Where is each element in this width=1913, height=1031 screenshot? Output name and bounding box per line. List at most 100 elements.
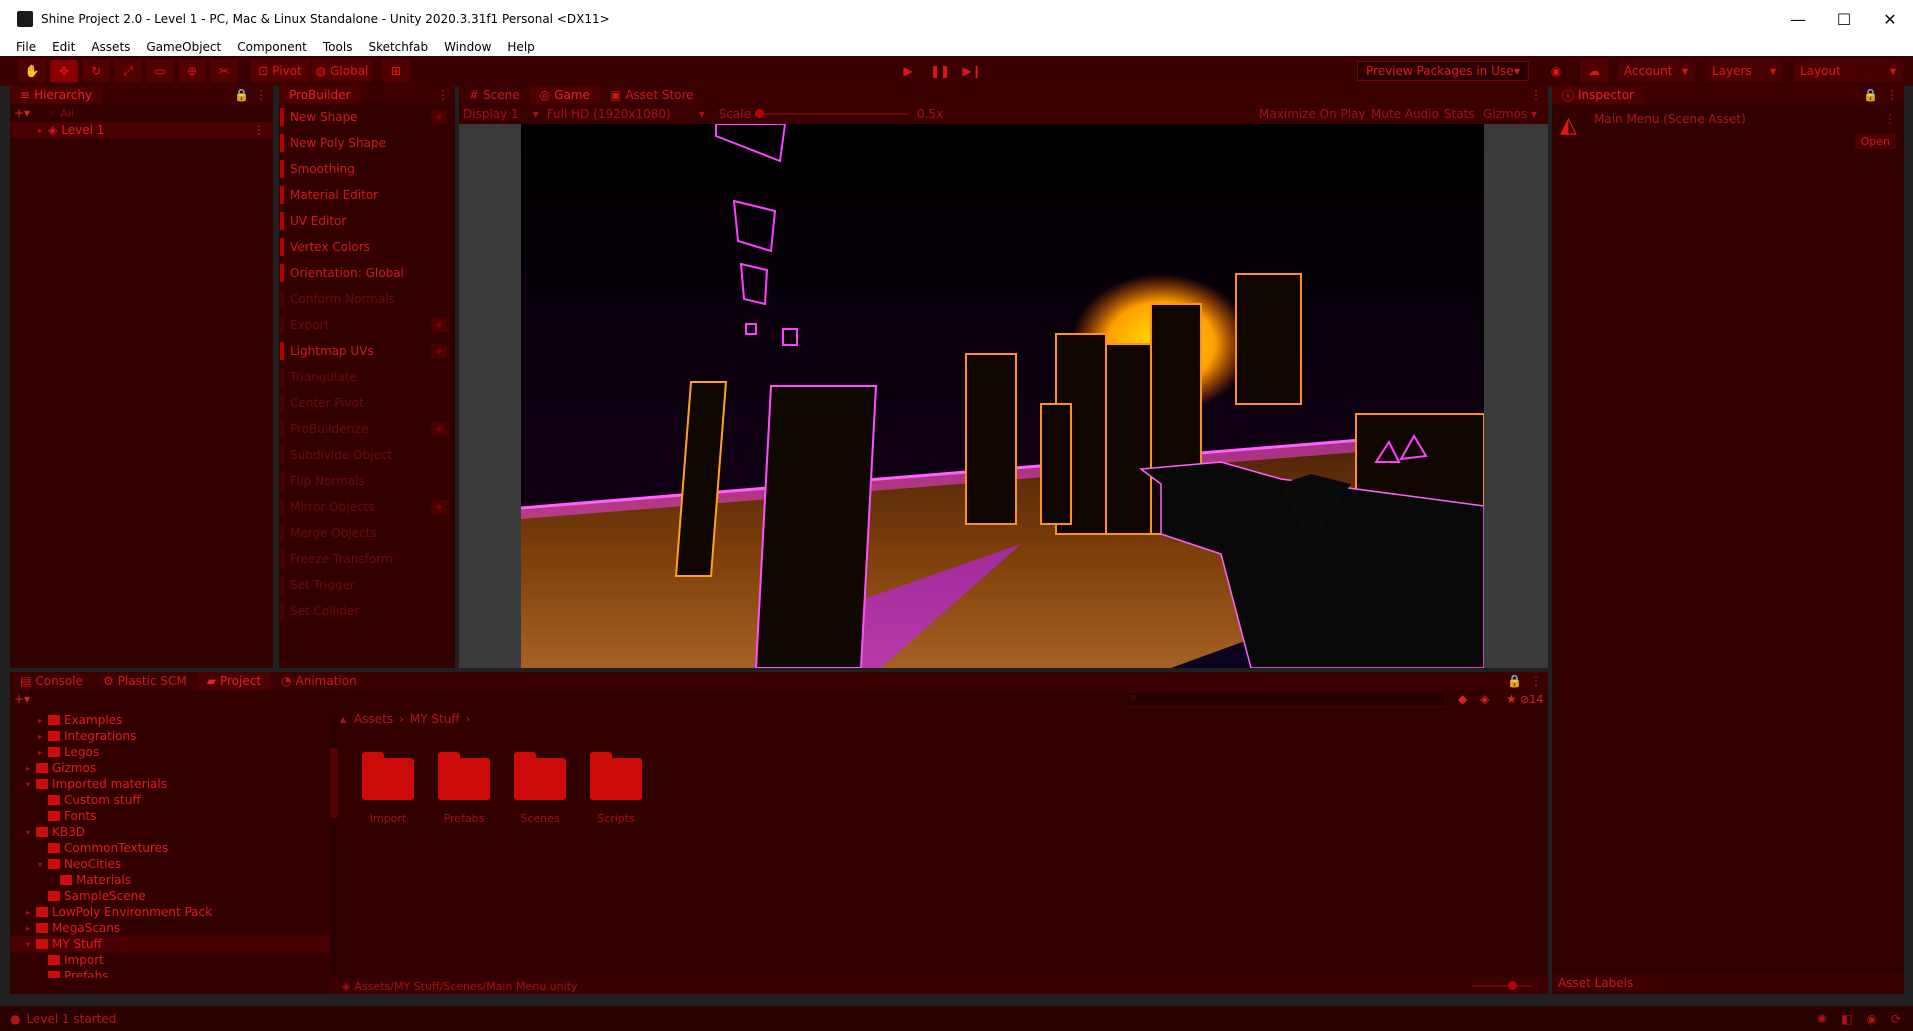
resolution-dropdown[interactable]: Full HD (1920x1080) — [547, 107, 671, 121]
collab-status-icon[interactable]: ⟳ — [1891, 1012, 1901, 1026]
move-tool-icon[interactable]: ✥ — [50, 60, 78, 82]
tree-folder-row[interactable]: ▸ MegaScans — [10, 920, 330, 936]
rotate-tool-icon[interactable]: ↻ — [82, 60, 110, 82]
maximize-button[interactable]: ☐ — [1821, 0, 1867, 38]
options-plus-icon[interactable]: + — [431, 500, 447, 514]
tree-folder-row[interactable]: Custom stuff — [10, 792, 330, 808]
filter-label-icon[interactable]: ◈ — [1480, 692, 1489, 706]
tree-folder-row[interactable]: Materials — [10, 872, 330, 888]
tab-console[interactable]: ▤ Console — [10, 672, 93, 690]
options-plus-icon[interactable]: + — [431, 422, 447, 436]
global-toggle[interactable]: ◍ Global — [312, 60, 372, 82]
asset-labels-bar[interactable]: Asset Labels — [1552, 974, 1904, 992]
grid-snap-icon[interactable]: ⊞ — [382, 60, 410, 82]
tree-folder-row[interactable]: ▸ LowPoly Environment Pack — [10, 904, 330, 920]
kebab-menu-icon[interactable]: ⋮ — [437, 88, 449, 102]
maximize-on-play-toggle[interactable]: Maximize On Play — [1259, 107, 1366, 121]
tree-folder-row[interactable]: Fonts — [10, 808, 330, 824]
close-button[interactable]: ✕ — [1867, 0, 1913, 38]
menu-gameobject[interactable]: GameObject — [146, 40, 221, 54]
probuilder-item[interactable]: Lightmap UVs + — [280, 338, 455, 364]
tab-plastic-scm[interactable]: ⚙ Plastic SCM — [93, 672, 197, 690]
expand-arrow-icon[interactable]: ▾ — [38, 860, 48, 869]
scale-slider[interactable] — [755, 109, 910, 118]
pivot-toggle[interactable]: ⊡ Pivot — [250, 60, 310, 82]
layers-dropdown[interactable]: Layers ▾ — [1706, 60, 1782, 82]
gizmos-dropdown[interactable]: Gizmos — [1483, 107, 1527, 121]
menu-edit[interactable]: Edit — [52, 40, 75, 54]
hand-tool-icon[interactable]: ✋ — [18, 60, 46, 82]
lock-icon[interactable]: 🔒 — [1863, 88, 1878, 102]
minimize-button[interactable]: — — [1775, 0, 1821, 38]
tree-folder-row[interactable]: ▾ KB3D — [10, 824, 330, 840]
folder-tile[interactable]: Import — [362, 752, 414, 825]
probuilder-item[interactable]: Material Editor — [280, 182, 455, 208]
menu-window[interactable]: Window — [444, 40, 491, 54]
tab-animation[interactable]: ◔ Animation — [271, 672, 367, 690]
scale-tool-icon[interactable]: ⤢ — [114, 60, 142, 82]
probuilder-item[interactable]: Vertex Colors — [280, 234, 455, 260]
tree-folder-row[interactable]: ▾ NeoCities — [10, 856, 330, 872]
kebab-menu-icon[interactable]: ⋮ — [1884, 112, 1896, 126]
probuilder-item[interactable]: UV Editor — [280, 208, 455, 234]
pause-button-icon[interactable]: ❚❚ — [928, 60, 952, 82]
menu-sketchfab[interactable]: Sketchfab — [368, 40, 428, 54]
play-button-icon[interactable]: ▶ — [896, 60, 920, 82]
open-button[interactable]: Open — [1854, 134, 1896, 149]
rect-tool-icon[interactable]: ▭ — [146, 60, 174, 82]
game-viewport[interactable] — [459, 124, 1548, 668]
tree-folder-row[interactable]: ▸ Legos — [10, 744, 330, 760]
transform-tool-icon[interactable]: ⊕ — [178, 60, 206, 82]
tab-game[interactable]: ◎ Game — [529, 86, 600, 104]
account-dropdown[interactable]: Account ▾ — [1618, 60, 1694, 82]
kebab-menu-icon[interactable]: ⋮ — [1530, 674, 1542, 688]
hierarchy-search-input[interactable]: All — [60, 107, 74, 120]
collab-icon[interactable]: ◉ — [1545, 60, 1567, 82]
tab-probuilder[interactable]: ProBuilder — [279, 86, 361, 104]
probuilder-item[interactable]: New Shape + — [280, 104, 455, 130]
add-icon[interactable]: +▾ — [14, 106, 30, 120]
menu-component[interactable]: Component — [237, 40, 307, 54]
tree-folder-row[interactable]: SampleScene — [10, 888, 330, 904]
probuilder-item[interactable]: New Poly Shape — [280, 130, 455, 156]
tab-project[interactable]: ▰ Project — [196, 672, 272, 690]
breadcrumb-assets[interactable]: Assets — [354, 712, 393, 726]
slider-thumb[interactable] — [755, 109, 765, 118]
kebab-menu-icon[interactable]: ⋮ — [255, 88, 267, 102]
folder-tile[interactable]: Scripts — [590, 752, 642, 825]
chevron-right-icon[interactable]: ▸ — [38, 126, 48, 135]
debug-icon[interactable]: ◉ — [1866, 1012, 1876, 1026]
tree-folder-row[interactable]: CommonTextures — [10, 840, 330, 856]
slider-thumb[interactable] — [1508, 981, 1517, 990]
menu-assets[interactable]: Assets — [91, 40, 130, 54]
menu-file[interactable]: File — [16, 40, 36, 54]
status-message[interactable]: Level 1 started — [26, 1012, 116, 1026]
tree-folder-row[interactable]: ▾ Imported materials — [10, 776, 330, 792]
hidden-packages-toggle[interactable]: ⊘14 — [1520, 693, 1543, 706]
cloud-icon[interactable]: ☁ — [1580, 60, 1608, 82]
tree-folder-row[interactable]: ▸ Examples — [10, 712, 330, 728]
custom-tool-icon[interactable]: ✂ — [210, 60, 238, 82]
display-dropdown[interactable]: Display 1 — [463, 107, 519, 121]
expand-arrow-icon[interactable]: ▾ — [26, 940, 36, 949]
stats-toggle[interactable]: Stats — [1444, 107, 1475, 121]
folder-tile[interactable]: Prefabs — [438, 752, 490, 825]
breadcrumb-my-stuff[interactable]: MY Stuff — [410, 712, 460, 726]
expand-arrow-icon[interactable]: ▸ — [38, 748, 48, 757]
kebab-menu-icon[interactable]: ⋮ — [1886, 88, 1898, 102]
kebab-menu-icon[interactable]: ⋮ — [1530, 88, 1542, 102]
tree-folder-row[interactable]: Import — [10, 952, 330, 968]
tab-hierarchy[interactable]: ≡ Hierarchy — [10, 86, 103, 104]
progress-icon[interactable]: ◧ — [1841, 1012, 1852, 1026]
menu-help[interactable]: Help — [507, 40, 534, 54]
tab-asset-store[interactable]: ▣ Asset Store — [600, 86, 704, 104]
probuilder-item[interactable]: Smoothing — [280, 156, 455, 182]
icon-size-slider[interactable] — [1472, 981, 1532, 990]
tab-scene[interactable]: # Scene — [459, 86, 530, 104]
lock-icon[interactable]: 🔒 — [1507, 674, 1522, 688]
options-plus-icon[interactable]: + — [431, 318, 447, 332]
layout-dropdown[interactable]: Layout ▾ — [1794, 60, 1902, 82]
probuilder-item[interactable]: Orientation: Global — [280, 260, 455, 286]
bug-icon[interactable]: ✺ — [1817, 1012, 1827, 1026]
step-button-icon[interactable]: ▶❙ — [960, 60, 984, 82]
